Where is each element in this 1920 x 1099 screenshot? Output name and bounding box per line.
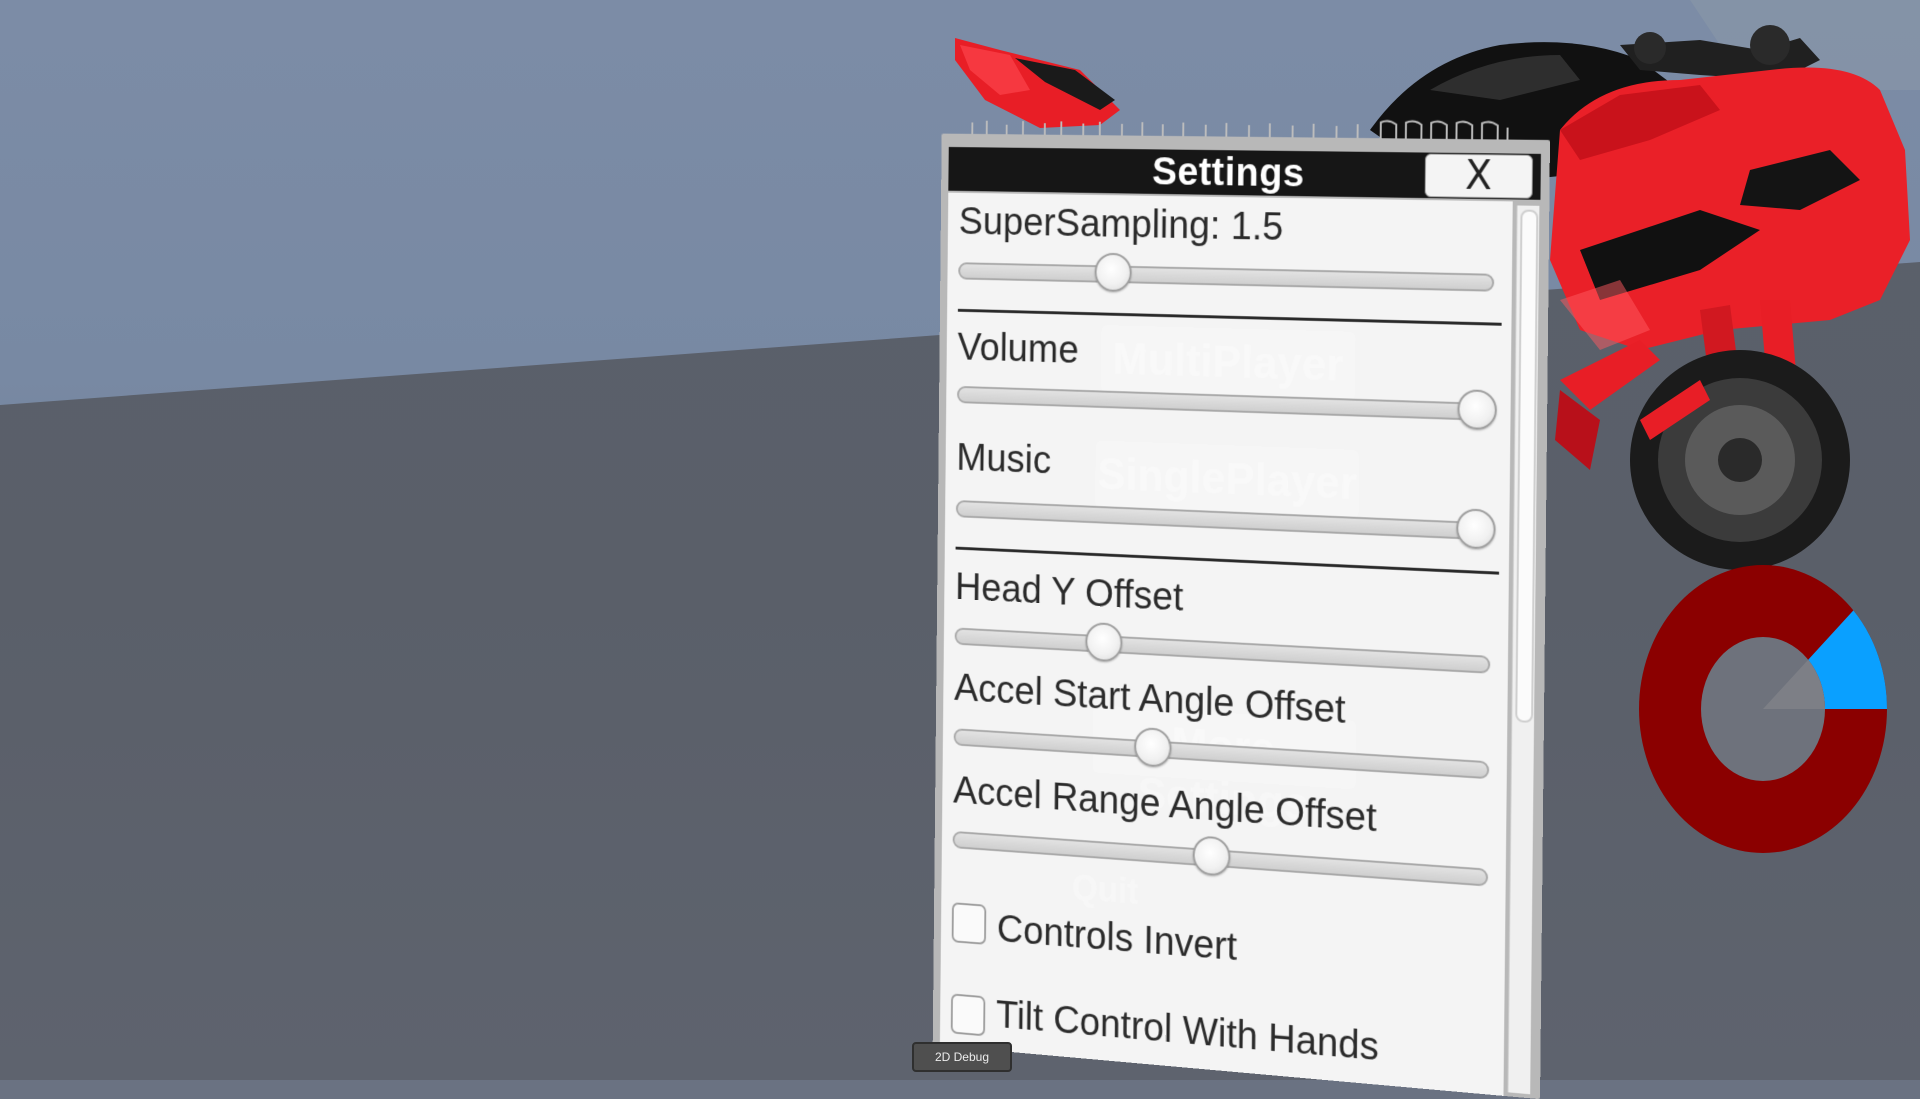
debug-2d-button[interactable]: 2D Debug <box>912 1042 1012 1072</box>
head-y-offset-slider-knob[interactable] <box>1085 621 1123 663</box>
volume-slider-track[interactable] <box>957 385 1493 422</box>
supersampling-slider[interactable] <box>958 252 1495 293</box>
music-label: Music <box>956 436 1052 482</box>
ghost-menu-multiplayer: MultiPlayer <box>1112 333 1344 391</box>
head-y-offset-slider[interactable] <box>954 621 1491 675</box>
controls-invert-label[interactable]: Controls Invert <box>997 908 1238 970</box>
accel-range-angle-offset-slider-knob[interactable] <box>1192 835 1231 877</box>
volume-label: Volume <box>957 325 1079 372</box>
supersampling-slider-track[interactable] <box>958 262 1495 292</box>
supersampling-slider-knob[interactable] <box>1094 252 1132 293</box>
volume-slider-knob[interactable] <box>1457 389 1497 431</box>
supersampling-label: SuperSampling: 1.5 <box>958 200 1284 249</box>
settings-content: MultiPlayer SinglePlayer More Settings Q… <box>939 192 1513 1096</box>
settings-panel: Settings X MultiPlayer SinglePlayer More… <box>932 134 1550 1099</box>
tilt-control-checkbox[interactable] <box>950 993 986 1037</box>
divider-1 <box>957 308 1502 326</box>
speed-gauge <box>1639 565 1887 853</box>
close-button[interactable]: X <box>1424 153 1533 199</box>
controls-invert-checkbox[interactable] <box>951 902 987 945</box>
music-slider-knob[interactable] <box>1456 508 1496 550</box>
title-bar: Settings X <box>948 146 1541 200</box>
ghost-menu-singleplayer: SinglePlayer <box>1096 448 1358 510</box>
panel-title: Settings <box>1151 149 1305 195</box>
head-y-offset-slider-track[interactable] <box>954 627 1491 674</box>
head-y-offset-label: Head Y Offset <box>954 565 1184 620</box>
ghost-menu-quit: Quit <box>1071 867 1139 912</box>
